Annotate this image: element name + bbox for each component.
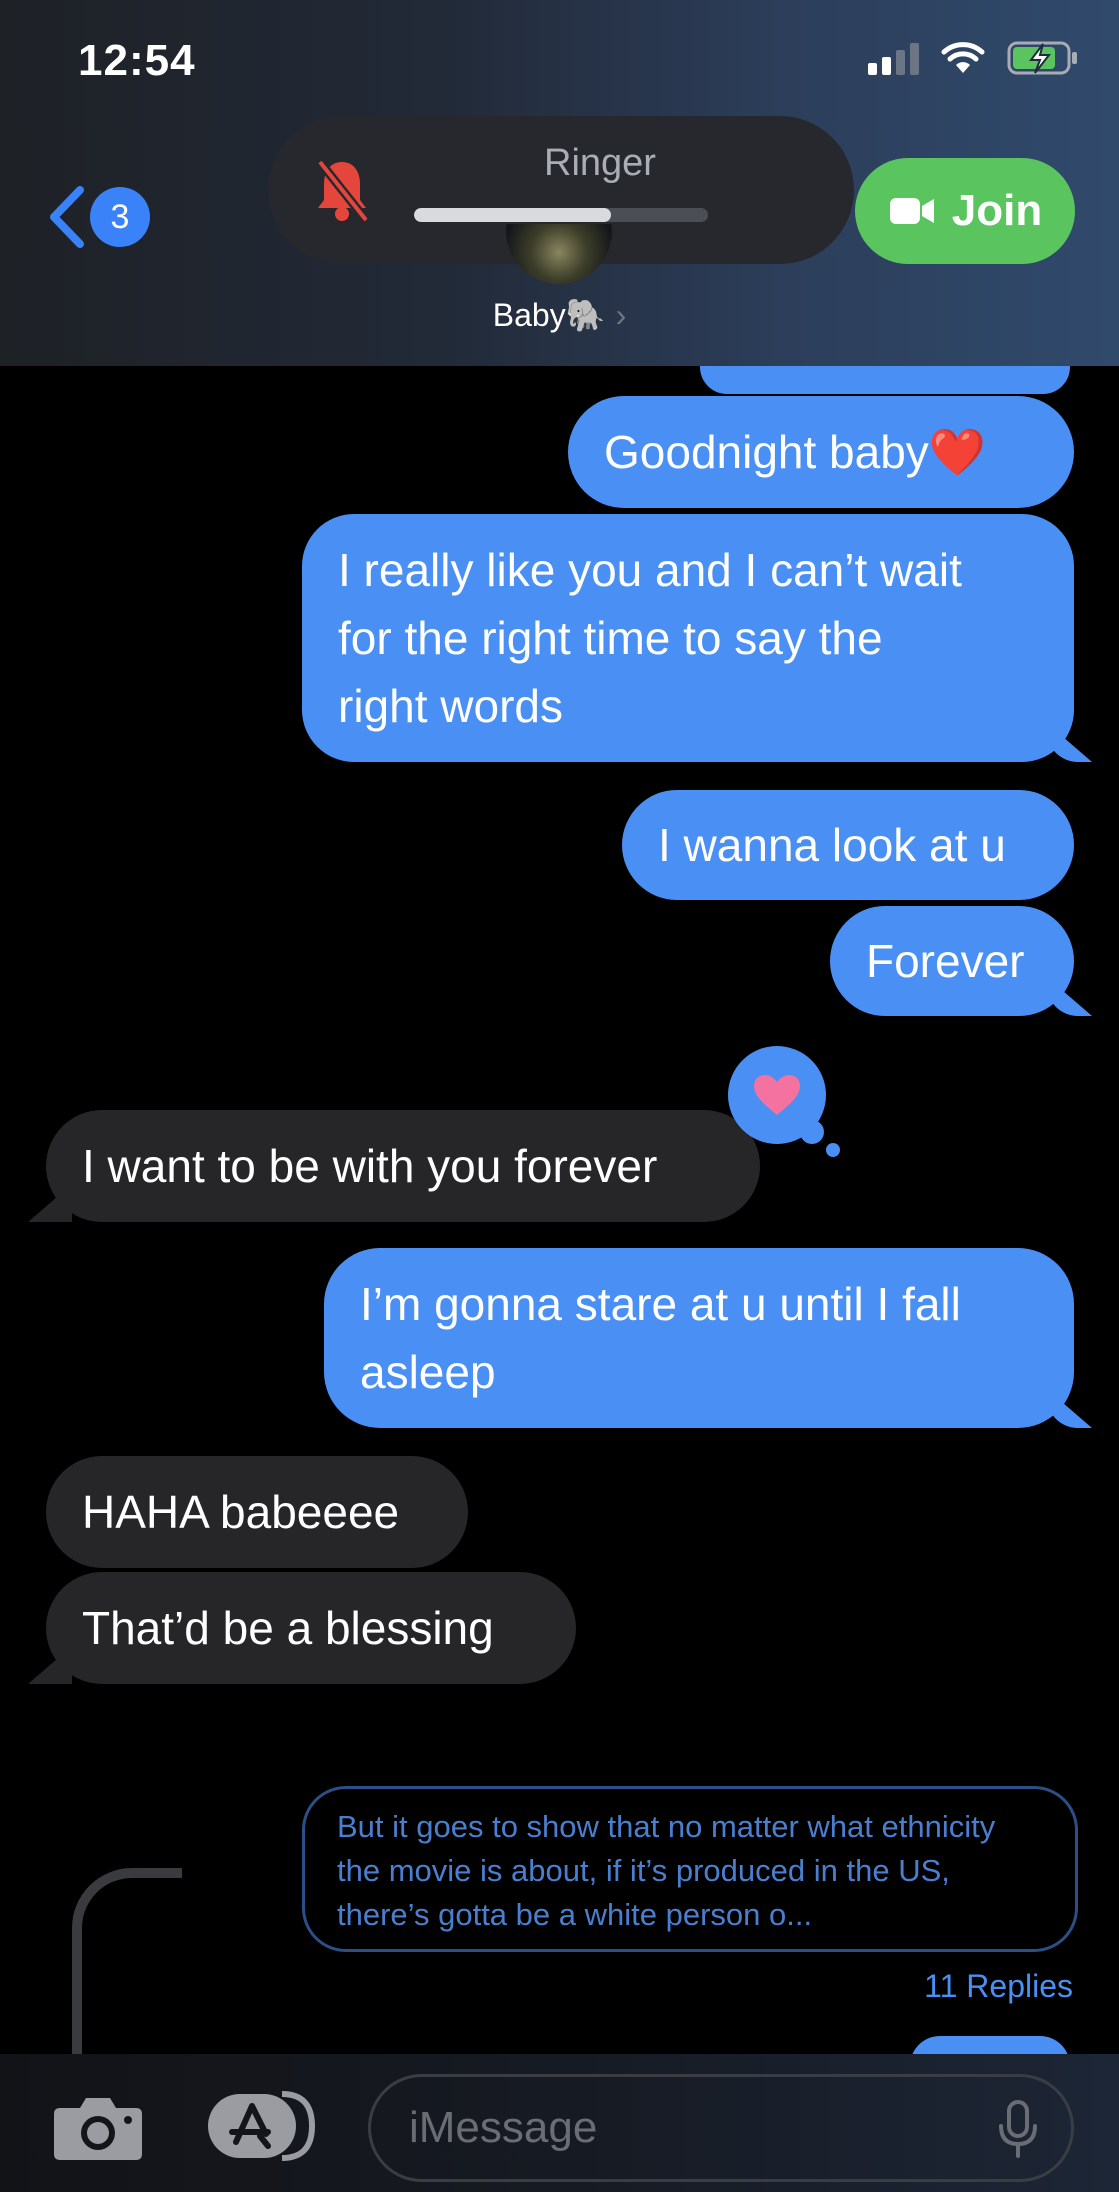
message-input-bar: [0, 2054, 1119, 2192]
imessage-input[interactable]: [368, 2074, 1074, 2182]
status-time: 12:54: [78, 36, 196, 85]
message-bubble-sent[interactable]: I’m gonna stare at u until I fall asleep: [324, 1248, 1074, 1428]
tapback-heart-reaction[interactable]: [728, 1046, 826, 1144]
join-label: Join: [951, 186, 1043, 235]
join-facetime-button[interactable]: Join: [855, 158, 1075, 264]
unread-count-badge: 3: [90, 187, 150, 247]
battery-charging-icon: [1007, 41, 1077, 75]
bell-slash-icon: [316, 159, 370, 223]
camera-icon: [54, 2098, 142, 2160]
contact-name-label: Baby🐘: [492, 297, 606, 333]
replies-count-link[interactable]: 11 Replies: [924, 1968, 1073, 2005]
ringer-label: Ringer: [544, 142, 656, 184]
chevron-left-icon: [50, 186, 84, 248]
message-bubble-sent[interactable]: I wanna look at u: [622, 790, 1074, 900]
contact-name[interactable]: Baby🐘 ›: [0, 296, 1119, 334]
microphone-icon: [999, 2100, 1037, 2158]
message-bubble-received[interactable]: HAHA babeeee: [46, 1456, 468, 1568]
status-icons: [868, 40, 1079, 76]
message-bubble-sent[interactable]: Forever: [830, 906, 1074, 1016]
reply-preview-bubble[interactable]: But it goes to show that no matter what …: [302, 1786, 1078, 1952]
conversation-header: 12:54 3 Ringer Join Baby🐘 ›: [0, 0, 1119, 366]
app-store-button[interactable]: [206, 2090, 318, 2162]
message-bubble-sent[interactable]: Goodnight baby❤️: [568, 396, 1074, 508]
chevron-right-icon: ›: [615, 297, 627, 333]
tapback-tail: [826, 1143, 840, 1157]
camera-button[interactable]: [52, 2092, 144, 2167]
back-button[interactable]: 3: [44, 184, 150, 250]
imessage-screen: 12:54 3 Ringer Join Baby🐘 › Goodnight ba…: [0, 0, 1119, 2192]
reply-thread-line: [72, 1868, 182, 2058]
cellular-signal-icon: [868, 41, 919, 75]
heart-icon: [754, 1075, 800, 1115]
wifi-icon: [941, 42, 985, 73]
ringer-volume-fill: [414, 208, 611, 222]
app-store-icon: [208, 2091, 316, 2161]
microphone-button[interactable]: [996, 2100, 1040, 2165]
message-bubble-received[interactable]: I want to be with you forever: [46, 1110, 760, 1222]
ringer-volume-bar: [414, 208, 708, 222]
video-camera-icon: [889, 198, 934, 224]
message-bubble-sent[interactable]: I really like you and I can’t wait for t…: [302, 514, 1074, 762]
message-bubble-received[interactable]: That’d be a blessing: [46, 1572, 576, 1684]
contact-avatar[interactable]: [506, 224, 612, 284]
reply-preview-text: But it goes to show that no matter what …: [337, 1809, 996, 1932]
